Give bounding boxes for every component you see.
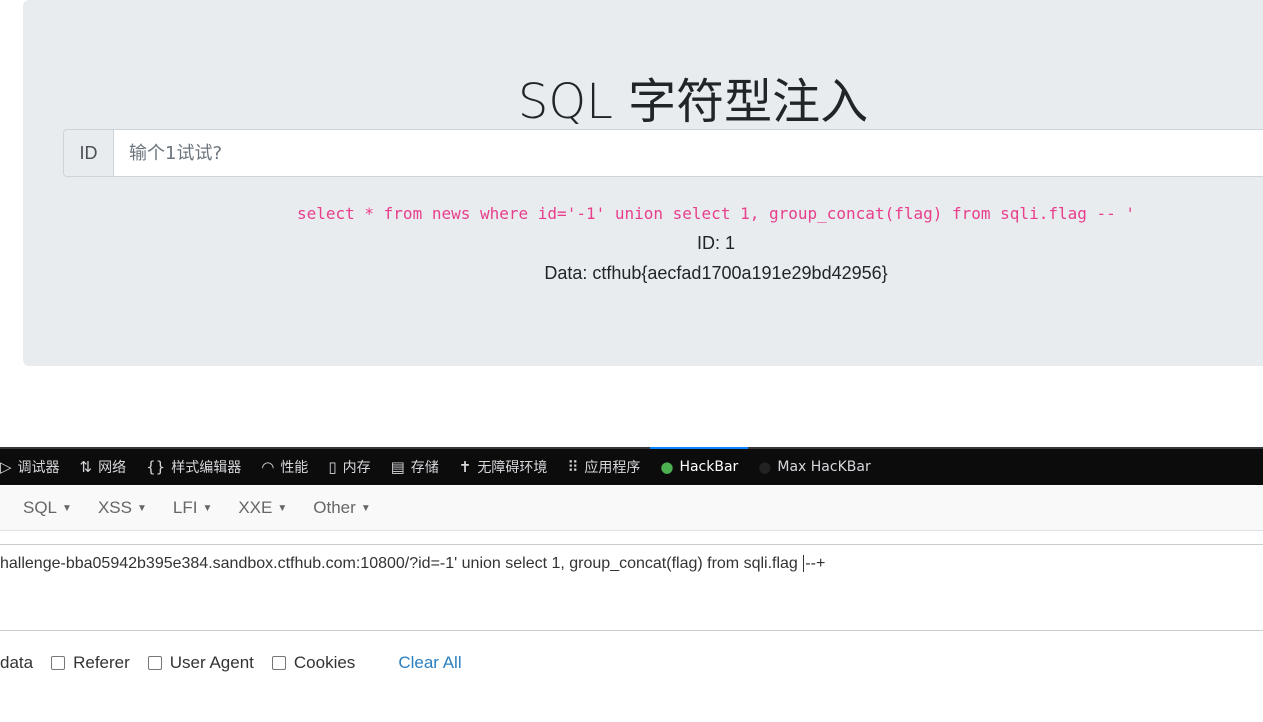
caret-down-icon: ▼ bbox=[360, 502, 371, 514]
caret-down-icon: ▼ bbox=[62, 502, 72, 514]
id-input[interactable] bbox=[114, 129, 1263, 177]
tab-style-editor[interactable]: {} 样式编辑器 bbox=[136, 449, 251, 485]
checkbox-icon[interactable] bbox=[147, 656, 162, 670]
sql-query: select * from news where id='-1' union s… bbox=[296, 204, 1136, 223]
jumbotron bbox=[23, 0, 1263, 366]
tab-debugger[interactable]: ▷ 调试器 bbox=[0, 449, 70, 485]
hackbar-toolbar: SQL ▼ XSS ▼ LFI ▼ XXE ▼ Other ▼ bbox=[0, 486, 1263, 531]
devtools-tabbar: ▷ 调试器 ⇅ 网络 {} 样式编辑器 ◠ 性能 ▯ 内存 ▤ 存储 ✝ 无障碍环境 ⠿ 应用程… bbox=[0, 447, 1263, 485]
menu-xss[interactable]: XSS ▼ bbox=[85, 498, 160, 518]
result-id: ID: 1 bbox=[696, 233, 735, 253]
id-label: ID bbox=[63, 129, 114, 177]
caret-down-icon: ▼ bbox=[202, 502, 213, 514]
tab-max-hackbar[interactable]: ● Max HacKBar bbox=[748, 449, 880, 485]
caret-down-icon: ▼ bbox=[136, 502, 147, 514]
storage-icon: ▤ bbox=[390, 458, 405, 476]
tab-accessibility[interactable]: ✝ 无障碍环境 bbox=[449, 449, 558, 485]
cookies-checkbox[interactable]: Cookies bbox=[271, 653, 355, 673]
menu-sql[interactable]: SQL ▼ bbox=[10, 498, 85, 518]
checkbox-icon[interactable] bbox=[271, 656, 286, 670]
hackbar-options: data Referer User Agent Cookies Clear Al… bbox=[0, 653, 462, 673]
hackbar-icon: ● bbox=[660, 458, 674, 476]
tab-network[interactable]: ⇅ 网络 bbox=[70, 449, 137, 485]
caret-down-icon: ▼ bbox=[277, 502, 288, 514]
user-agent-checkbox[interactable]: User Agent bbox=[147, 653, 254, 673]
clear-all-link[interactable]: Clear All bbox=[398, 653, 461, 673]
grid-icon: ⠿ bbox=[567, 458, 579, 476]
tab-application[interactable]: ⠿ 应用程序 bbox=[557, 449, 650, 485]
checkbox-icon[interactable] bbox=[51, 656, 66, 670]
menu-xxe[interactable]: XXE ▼ bbox=[225, 498, 300, 518]
braces-icon: {} bbox=[146, 458, 166, 476]
menu-other[interactable]: Other ▼ bbox=[300, 498, 383, 518]
accessibility-icon: ✝ bbox=[458, 458, 472, 476]
url-textarea[interactable]: hallenge-bba05942b395e384.sandbox.ctfhub… bbox=[0, 544, 1263, 631]
tab-performance[interactable]: ◠ 性能 bbox=[251, 449, 318, 485]
result-data: Data: ctfhub{aecfad1700a191e29bd42956} bbox=[544, 263, 888, 283]
id-input-group: ID bbox=[63, 129, 1263, 177]
page-title: SQL 字符型注入 bbox=[517, 74, 869, 130]
memory-icon: ▯ bbox=[328, 458, 337, 476]
tab-hackbar[interactable]: ● HackBar bbox=[650, 447, 749, 485]
referer-checkbox[interactable]: Referer bbox=[51, 653, 130, 673]
menu-lfi[interactable]: LFI ▼ bbox=[160, 498, 225, 518]
post-data-label[interactable]: data bbox=[0, 653, 33, 673]
gauge-icon: ◠ bbox=[261, 458, 275, 476]
network-icon: ⇅ bbox=[79, 458, 93, 476]
tab-memory[interactable]: ▯ 内存 bbox=[318, 449, 380, 485]
tab-storage[interactable]: ▤ 存储 bbox=[381, 449, 449, 485]
debugger-icon: ▷ bbox=[0, 458, 12, 476]
max-hackbar-icon: ● bbox=[758, 458, 772, 476]
